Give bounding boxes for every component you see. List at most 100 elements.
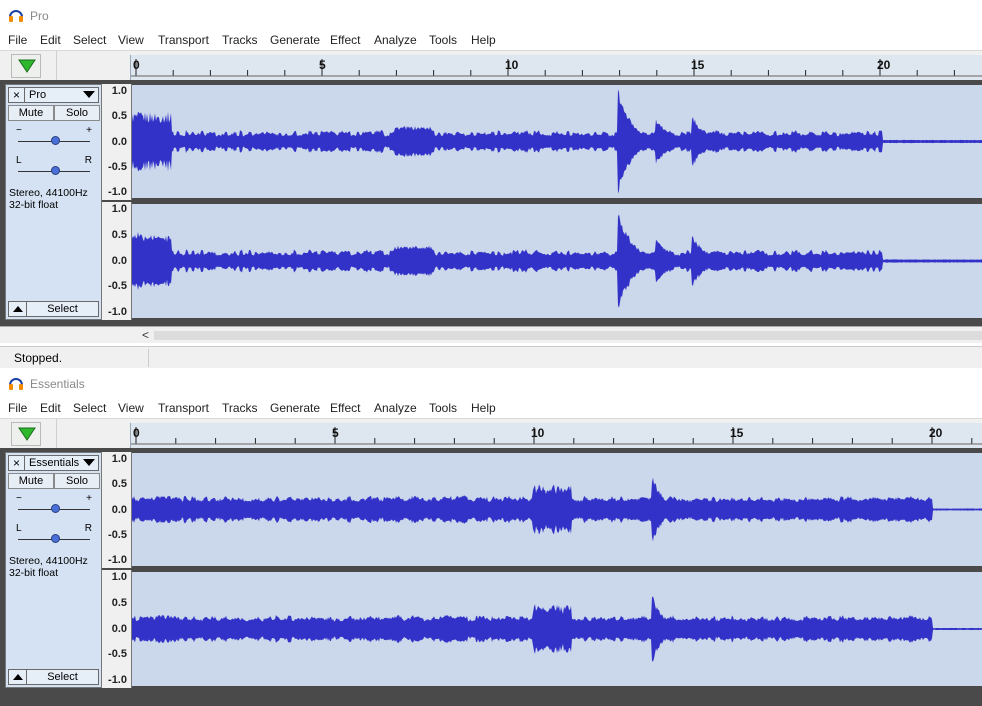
sample-rate-text: Stereo, 44100Hz [9, 555, 88, 567]
menu-select[interactable]: Select [73, 401, 106, 415]
status-text: Stopped. [14, 351, 63, 365]
play-button[interactable] [11, 54, 41, 78]
play-button[interactable] [11, 422, 41, 446]
menu-effect[interactable]: Effect [330, 401, 360, 415]
menu-generate[interactable]: Generate [270, 33, 320, 47]
mute-button[interactable]: Mute [8, 473, 54, 489]
menu-tracks[interactable]: Tracks [222, 33, 258, 47]
mute-button[interactable]: Mute [8, 105, 54, 121]
menu-effect[interactable]: Effect [330, 33, 360, 47]
menu-tracks[interactable]: Tracks [222, 401, 258, 415]
menu-tools[interactable]: Tools [429, 33, 457, 47]
waveform-left-channel[interactable] [132, 453, 982, 566]
pan-right-label: R [84, 155, 92, 166]
amplitude-label: -0.5 [108, 160, 127, 173]
menu-edit[interactable]: Edit [40, 33, 61, 47]
waveform-right-channel[interactable] [132, 572, 982, 686]
menu-tools[interactable]: Tools [429, 401, 457, 415]
amplitude-ruler-right-channel: 1.0 0.5 0.0 -0.5 -1.0 [102, 570, 132, 688]
menu-bar: File Edit Select View Transport Tracks Generat… [0, 400, 982, 418]
waveform-graphic [132, 214, 982, 308]
scrollbar-thumb[interactable] [154, 331, 982, 340]
pan-slider[interactable]: L R [16, 155, 92, 177]
amplitude-ruler-right-channel: 1.0 0.5 0.0 -0.5 -1.0 [102, 202, 132, 320]
amplitude-label: 0.5 [111, 110, 127, 123]
track-name[interactable]: Pro [29, 89, 46, 101]
menu-view[interactable]: View [118, 401, 144, 415]
pan-slider-knob[interactable] [51, 534, 60, 543]
tracks-area: × Pro Mute Solo − + L R Stereo, 44100Hz … [0, 80, 982, 326]
amplitude-label: -1.0 [108, 186, 127, 198]
menu-analyze[interactable]: Analyze [374, 401, 417, 415]
select-track-button[interactable]: Select [27, 670, 98, 684]
amplitude-label: 0.0 [111, 254, 127, 267]
amplitude-ruler-left-channel: 1.0 0.5 0.0 -0.5 -1.0 [102, 84, 132, 200]
timeline-label: 20 [929, 426, 943, 440]
menu-transport[interactable]: Transport [158, 33, 209, 47]
tracks-area: × Essentials Mute Solo − + L R Stereo, 4… [0, 448, 982, 706]
pan-slider[interactable]: L R [16, 523, 92, 545]
collapse-track-icon[interactable] [9, 670, 27, 684]
select-track-button[interactable]: Select [27, 302, 98, 316]
amplitude-label: -0.5 [108, 648, 127, 661]
scroll-left-icon[interactable]: < [142, 328, 149, 342]
menu-edit[interactable]: Edit [40, 401, 61, 415]
menu-analyze[interactable]: Analyze [374, 33, 417, 47]
timeline-ruler[interactable]: 0 5 10 15 20 [130, 55, 982, 80]
track-name[interactable]: Essentials [29, 457, 79, 469]
menu-bar: File Edit Select View Transport Tracks Generat… [0, 32, 982, 50]
track-menu-dropdown-icon[interactable] [83, 459, 95, 466]
timeline-label: 15 [730, 426, 744, 440]
menu-generate[interactable]: Generate [270, 401, 320, 415]
timeline-label: 5 [319, 58, 326, 72]
waveform-graphic [132, 596, 982, 662]
collapse-track-icon[interactable] [9, 302, 27, 316]
status-bar: Stopped. [0, 346, 982, 368]
amplitude-label: 1.0 [111, 85, 127, 97]
amplitude-label: 0.0 [111, 503, 127, 516]
menu-file[interactable]: File [8, 33, 27, 47]
solo-button[interactable]: Solo [54, 105, 100, 121]
menu-help[interactable]: Help [471, 33, 496, 47]
toolbar-divider [56, 419, 57, 449]
gain-slider-knob[interactable] [51, 504, 60, 513]
menu-view[interactable]: View [118, 33, 144, 47]
solo-button[interactable]: Solo [54, 473, 100, 489]
amplitude-label: 0.5 [111, 478, 127, 491]
menu-select[interactable]: Select [73, 33, 106, 47]
title-bar: Essentials [0, 368, 982, 400]
close-track-button[interactable]: × [9, 456, 25, 470]
amplitude-label: -1.0 [108, 554, 127, 566]
horizontal-scrollbar[interactable]: < [0, 326, 982, 343]
window-title: Essentials [30, 377, 85, 391]
menu-help[interactable]: Help [471, 401, 496, 415]
timeline-label: 10 [531, 426, 545, 440]
waveform-left-channel[interactable] [132, 85, 982, 198]
menu-transport[interactable]: Transport [158, 401, 209, 415]
track-control-panel: × Pro Mute Solo − + L R Stereo, 44100Hz … [5, 84, 102, 320]
pan-left-label: L [16, 155, 22, 166]
essentials-window: Essentials File Edit Select View Transport Tr… [0, 368, 982, 706]
pan-slider-knob[interactable] [51, 166, 60, 175]
pan-right-label: R [84, 523, 92, 534]
track-menu-dropdown-icon[interactable] [83, 91, 95, 98]
timeline-label: 15 [691, 58, 705, 72]
gain-plus-label: + [86, 493, 92, 504]
waveform-right-channel[interactable] [132, 204, 982, 318]
amplitude-label: -0.5 [108, 528, 127, 541]
track-footer: Select [8, 301, 99, 317]
toolbar-divider [56, 51, 57, 81]
close-track-button[interactable]: × [9, 88, 25, 102]
timeline-label: 20 [877, 58, 891, 72]
track-format-info: Stereo, 44100Hz 32-bit float [9, 187, 88, 211]
gain-slider[interactable]: − + [16, 493, 92, 515]
window-title: Pro [30, 9, 49, 23]
track-control-panel: × Essentials Mute Solo − + L R Stereo, 4… [5, 452, 102, 688]
menu-file[interactable]: File [8, 401, 27, 415]
timeline-ruler[interactable]: 0 5 10 15 20 [130, 423, 982, 448]
amplitude-label: 0.0 [111, 135, 127, 148]
bit-depth-text: 32-bit float [9, 199, 59, 211]
audacity-app-icon [9, 378, 23, 390]
gain-slider[interactable]: − + [16, 125, 92, 147]
gain-slider-knob[interactable] [51, 136, 60, 145]
